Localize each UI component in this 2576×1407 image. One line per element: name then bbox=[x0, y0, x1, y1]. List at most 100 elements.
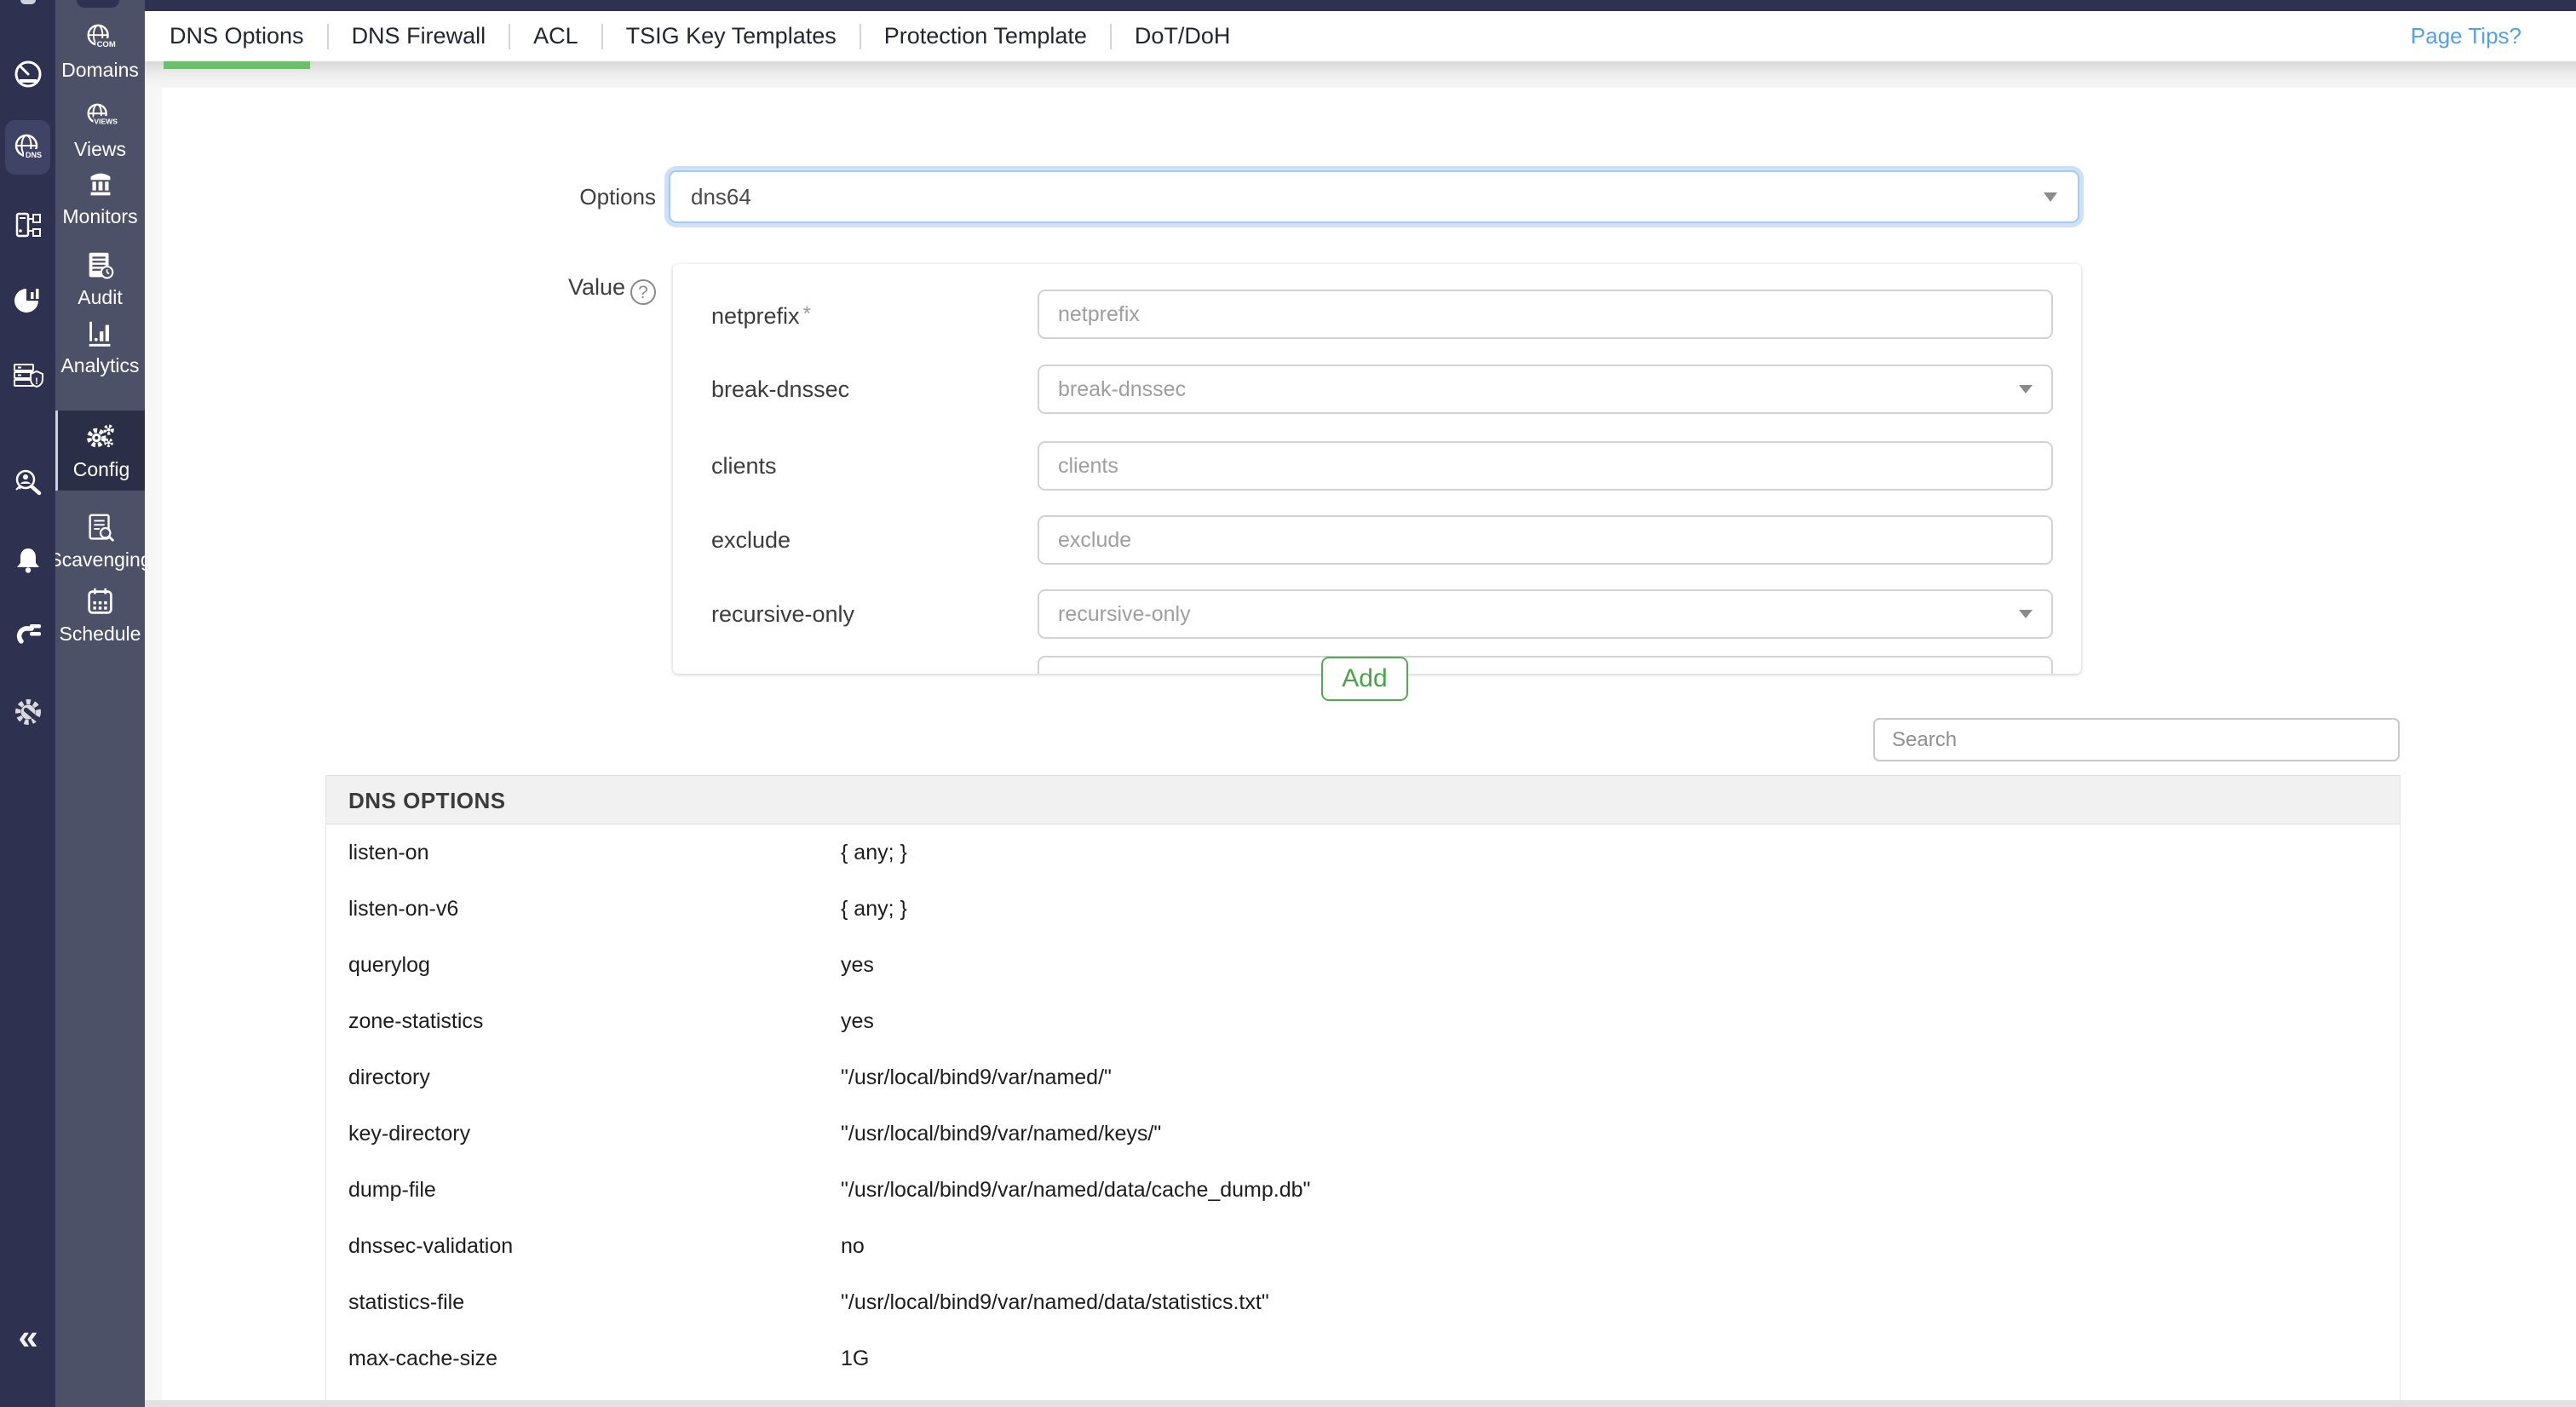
clients-label: clients bbox=[711, 441, 1026, 491]
sidebar-item-label: Schedule bbox=[60, 623, 141, 645]
content-area: Options dns64 Value? netprefix* break-dn… bbox=[145, 88, 2576, 1407]
svg-text:COM: COM bbox=[96, 40, 115, 49]
content-left-strip bbox=[145, 88, 162, 1407]
table-row: directory"/usr/local/bind9/var/named/" bbox=[326, 1049, 2400, 1106]
page-tips-link[interactable]: Page Tips? bbox=[2411, 11, 2521, 61]
config-gears-icon bbox=[83, 421, 120, 455]
option-key: listen-on-v6 bbox=[326, 897, 841, 922]
search-person-icon[interactable] bbox=[10, 466, 46, 502]
logo-partial-dark bbox=[77, 0, 119, 8]
option-value: 1G bbox=[841, 1347, 869, 1371]
option-value: { any; } bbox=[841, 897, 907, 922]
analytics-icon bbox=[82, 317, 119, 351]
tab-dns-options[interactable]: DNS Options bbox=[147, 11, 327, 61]
option-key: querylog bbox=[326, 953, 841, 978]
exclude-input[interactable] bbox=[1038, 515, 2053, 565]
audit-icon bbox=[82, 249, 119, 283]
dns-globe-icon[interactable]: DNS bbox=[10, 130, 46, 166]
value-fields-card: netprefix* break-dnssec break-dnssec cli… bbox=[673, 264, 2081, 674]
chevron-down-icon bbox=[2019, 385, 2033, 393]
table-row: dump-file"/usr/local/bind9/var/named/dat… bbox=[326, 1162, 2400, 1218]
clipped-field bbox=[1038, 656, 2053, 674]
monitors-icon bbox=[82, 168, 119, 202]
sidebar-item-monitors[interactable]: Monitors bbox=[55, 158, 145, 237]
option-key: directory bbox=[326, 1065, 841, 1090]
sidebar-item-label: Monitors bbox=[62, 205, 137, 227]
table-row: dnssec-validationno bbox=[326, 1218, 2400, 1274]
app-window: DNS ! « COM Domains bbox=[0, 0, 2576, 1407]
option-value: yes bbox=[841, 1009, 874, 1034]
field-label-text: netprefix bbox=[711, 303, 800, 329]
sidebar-item-scavenging[interactable]: Scavenging bbox=[55, 501, 145, 580]
sidebar-item-label: Config bbox=[73, 458, 129, 480]
option-key: listen-on bbox=[326, 841, 841, 865]
tab-protection-template[interactable]: Protection Template bbox=[861, 11, 1110, 61]
table-row: statistics-file"/usr/local/bind9/var/nam… bbox=[326, 1274, 2400, 1330]
schedule-calendar-icon bbox=[82, 585, 119, 619]
required-asterisk: * bbox=[803, 302, 811, 325]
option-value: no bbox=[841, 1234, 865, 1259]
plugin-icon[interactable] bbox=[10, 616, 46, 652]
help-icon[interactable]: ? bbox=[630, 279, 656, 305]
sidebar-item-domains[interactable]: COM Domains bbox=[55, 11, 145, 90]
globe-views-icon: VIEWS bbox=[82, 100, 119, 135]
sidebar-item-label: Views bbox=[74, 138, 126, 160]
exclude-label: exclude bbox=[711, 515, 1026, 565]
settings-gear-icon[interactable] bbox=[10, 694, 46, 730]
table-title: DNS OPTIONS bbox=[326, 775, 2400, 824]
option-key: dnssec-validation bbox=[326, 1234, 841, 1259]
svg-text:DNS: DNS bbox=[26, 151, 42, 159]
sidebar-item-schedule[interactable]: Schedule bbox=[55, 575, 145, 654]
value-label: Value? bbox=[469, 274, 656, 303]
nav-column: COM Domains VIEWS Views Monitors Audit A… bbox=[55, 0, 145, 1407]
option-value: "/usr/local/bind9/var/named/" bbox=[841, 1065, 1112, 1090]
break-dnssec-select[interactable]: break-dnssec bbox=[1038, 365, 2053, 414]
tab-tsig-key-templates[interactable]: TSIG Key Templates bbox=[603, 11, 860, 61]
tabbar-shadow-band bbox=[145, 61, 2576, 88]
notifications-bell-icon[interactable] bbox=[10, 543, 46, 578]
select-placeholder: recursive-only bbox=[1058, 602, 1191, 627]
sidebar-item-label: Analytics bbox=[60, 354, 139, 376]
main-area: DNS Options DNS Firewall ACL TSIG Key Te… bbox=[145, 0, 2576, 1407]
table-row: listen-on-v6{ any; } bbox=[326, 881, 2400, 937]
sidebar-item-label: Domains bbox=[61, 59, 139, 81]
option-key: max-cache-size bbox=[326, 1347, 841, 1371]
sidebar-item-analytics[interactable]: Analytics bbox=[55, 307, 145, 386]
option-key: statistics-file bbox=[326, 1290, 841, 1315]
option-value: "/usr/local/bind9/var/named/data/statist… bbox=[841, 1290, 1269, 1315]
value-label-text: Value bbox=[568, 274, 625, 300]
options-dropdown-value: dns64 bbox=[691, 184, 751, 210]
recursive-only-select[interactable]: recursive-only bbox=[1038, 589, 2053, 639]
sidebar-item-label: Audit bbox=[78, 286, 122, 308]
chevron-down-icon bbox=[2044, 192, 2057, 202]
option-value: yes bbox=[841, 953, 874, 978]
search-input[interactable] bbox=[1873, 718, 2400, 761]
clients-input[interactable] bbox=[1038, 441, 2053, 491]
icon-rail: DNS ! « bbox=[0, 0, 55, 1407]
select-placeholder: break-dnssec bbox=[1058, 377, 1186, 402]
option-value: "/usr/local/bind9/var/named/data/cache_d… bbox=[841, 1178, 1310, 1203]
table-row: max-cache-size1G bbox=[326, 1330, 2400, 1387]
sidebar-item-config[interactable]: Config bbox=[55, 411, 145, 491]
server-alert-icon[interactable]: ! bbox=[10, 358, 46, 393]
pie-chart-icon[interactable] bbox=[10, 283, 46, 319]
bottom-strip bbox=[145, 1400, 2576, 1407]
netprefix-input[interactable] bbox=[1038, 290, 2053, 339]
svg-text:VIEWS: VIEWS bbox=[94, 117, 118, 125]
option-value: "/usr/local/bind9/var/named/keys/" bbox=[841, 1122, 1161, 1146]
dashboard-icon[interactable] bbox=[10, 55, 46, 91]
top-dark-strip bbox=[145, 0, 2576, 11]
logo-partial bbox=[20, 0, 36, 4]
collapse-sidebar-button[interactable]: « bbox=[9, 1318, 47, 1356]
recursive-only-label: recursive-only bbox=[711, 589, 1026, 639]
topology-icon[interactable] bbox=[10, 207, 46, 243]
tab-acl[interactable]: ACL bbox=[510, 11, 601, 61]
tab-dot-doh[interactable]: DoT/DoH bbox=[1112, 11, 1254, 61]
tab-dns-firewall[interactable]: DNS Firewall bbox=[329, 11, 509, 61]
option-key: dump-file bbox=[326, 1178, 841, 1203]
options-dropdown[interactable]: dns64 bbox=[669, 170, 2079, 223]
add-button[interactable]: Add bbox=[1321, 657, 1408, 701]
options-label: Options bbox=[469, 170, 656, 223]
netprefix-label: netprefix* bbox=[711, 290, 1026, 339]
svg-text:!: ! bbox=[35, 376, 38, 387]
